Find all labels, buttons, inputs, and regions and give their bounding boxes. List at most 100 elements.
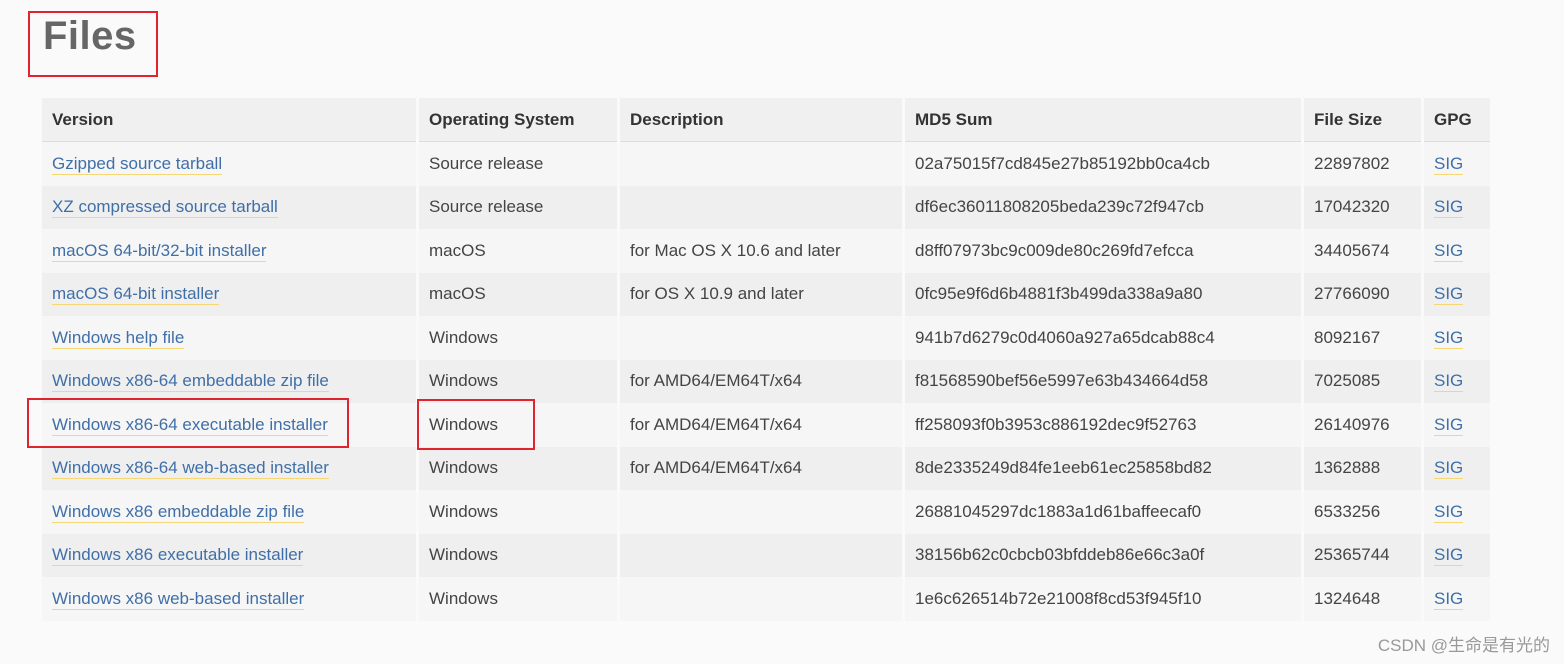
description-cell: for Mac OS X 10.6 and later <box>620 229 902 273</box>
gpg-cell: SIG <box>1424 446 1490 490</box>
gpg-cell: SIG <box>1424 229 1490 273</box>
gpg-cell: SIG <box>1424 359 1490 403</box>
sig-link[interactable]: SIG <box>1434 284 1464 306</box>
sig-link[interactable]: SIG <box>1434 327 1464 349</box>
file-size-cell: 6533256 <box>1304 490 1421 534</box>
sig-link[interactable]: SIG <box>1434 501 1464 523</box>
sig-link[interactable]: SIG <box>1434 371 1464 393</box>
version-link[interactable]: macOS 64-bit installer <box>52 284 220 306</box>
header-os: Operating System <box>419 98 617 142</box>
md5-cell: 0fc95e9f6d6b4881f3b499da338a9a80 <box>905 272 1301 316</box>
gpg-cell: SIG <box>1424 142 1490 186</box>
description-cell <box>620 533 902 577</box>
version-link[interactable]: Windows x86-64 embeddable zip file <box>52 371 329 393</box>
header-md5: MD5 Sum <box>905 98 1301 142</box>
gpg-cell: SIG <box>1424 185 1490 229</box>
table-row: macOS 64-bit/32-bit installer macOS for Ma… <box>42 229 1490 273</box>
md5-cell: d8ff07973bc9c009de80c269fd7efcca <box>905 229 1301 273</box>
watermark: CSDN @生命是有光的 <box>1377 636 1550 655</box>
os-cell: macOS <box>419 229 617 273</box>
description-cell <box>620 577 902 621</box>
version-cell: Windows x86 executable installer <box>42 533 416 577</box>
version-cell: Windows x86-64 embeddable zip file <box>42 359 416 403</box>
file-size-cell: 1324648 <box>1304 577 1421 621</box>
table-row: Windows x86 web-based installer Windows 1e… <box>42 577 1490 621</box>
file-size-cell: 17042320 <box>1304 185 1421 229</box>
os-cell: Windows <box>419 577 617 621</box>
file-size-cell: 8092167 <box>1304 316 1421 360</box>
sig-link[interactable]: SIG <box>1434 545 1464 567</box>
version-cell: Windows x86 embeddable zip file <box>42 490 416 534</box>
md5-cell: 941b7d6279c0d4060a927a65dcab88c4 <box>905 316 1301 360</box>
description-cell: for AMD64/EM64T/x64 <box>620 359 902 403</box>
sig-link[interactable]: SIG <box>1434 414 1464 436</box>
page-title: Files <box>43 14 137 58</box>
md5-cell: df6ec36011808205beda239c72f947cb <box>905 185 1301 229</box>
version-link[interactable]: XZ compressed source tarball <box>52 197 278 219</box>
gpg-cell: SIG <box>1424 403 1490 447</box>
table-row: Windows x86-64 web-based installer Window… <box>42 446 1490 490</box>
version-link[interactable]: Windows help file <box>52 327 185 349</box>
os-cell: Windows <box>419 490 617 534</box>
md5-cell: ff258093f0b3953c886192dec9f52763 <box>905 403 1301 447</box>
version-link[interactable]: Windows x86-64 web-based installer <box>52 458 329 480</box>
gpg-cell: SIG <box>1424 272 1490 316</box>
version-link[interactable]: macOS 64-bit/32-bit installer <box>52 240 267 262</box>
md5-cell: 8de2335249d84fe1eeb61ec25858bd82 <box>905 446 1301 490</box>
version-highlight-box <box>27 398 349 448</box>
version-cell: Windows x86 web-based installer <box>42 577 416 621</box>
sig-link[interactable]: SIG <box>1434 588 1464 610</box>
os-highlight-box <box>417 399 535 450</box>
files-table: Version Operating System Description MD5… <box>39 98 1493 621</box>
sig-link[interactable]: SIG <box>1434 240 1464 262</box>
table-row: Windows x86 embeddable zip file Windows 26… <box>42 490 1490 534</box>
table-row: XZ compressed source tarball Source relea… <box>42 185 1490 229</box>
table-row: Gzipped source tarball Source release 02a7… <box>42 142 1490 186</box>
version-cell: Windows help file <box>42 316 416 360</box>
file-size-cell: 1362888 <box>1304 446 1421 490</box>
os-cell: Windows <box>419 446 617 490</box>
sig-link[interactable]: SIG <box>1434 197 1464 219</box>
table-header-row: Version Operating System Description MD5… <box>42 98 1490 142</box>
table-row: macOS 64-bit installer macOS for OS X 10.9… <box>42 272 1490 316</box>
description-cell <box>620 185 902 229</box>
version-cell: macOS 64-bit installer <box>42 272 416 316</box>
md5-cell: f81568590bef56e5997e63b434664d58 <box>905 359 1301 403</box>
version-cell: macOS 64-bit/32-bit installer <box>42 229 416 273</box>
sig-link[interactable]: SIG <box>1434 153 1464 175</box>
file-size-cell: 34405674 <box>1304 229 1421 273</box>
version-link[interactable]: Gzipped source tarball <box>52 153 223 175</box>
description-cell: for AMD64/EM64T/x64 <box>620 446 902 490</box>
header-description: Description <box>620 98 902 142</box>
md5-cell: 26881045297dc1883a1d61baffeecaf0 <box>905 490 1301 534</box>
file-size-cell: 7025085 <box>1304 359 1421 403</box>
gpg-cell: SIG <box>1424 577 1490 621</box>
file-size-cell: 22897802 <box>1304 142 1421 186</box>
file-size-cell: 27766090 <box>1304 272 1421 316</box>
version-link[interactable]: Windows x86 web-based installer <box>52 588 305 610</box>
md5-cell: 1e6c626514b72e21008f8cd53f945f10 <box>905 577 1301 621</box>
header-version: Version <box>42 98 416 142</box>
table-row: Windows x86 executable installer Windows 3… <box>42 533 1490 577</box>
version-cell: Gzipped source tarball <box>42 142 416 186</box>
table-row: Windows help file Windows 941b7d6279c0d406… <box>42 316 1490 360</box>
description-cell <box>620 142 902 186</box>
os-cell: Windows <box>419 533 617 577</box>
sig-link[interactable]: SIG <box>1434 458 1464 480</box>
version-link[interactable]: Windows x86 embeddable zip file <box>52 501 305 523</box>
version-link[interactable]: Windows x86 executable installer <box>52 545 304 567</box>
description-cell: for AMD64/EM64T/x64 <box>620 403 902 447</box>
file-size-cell: 25365744 <box>1304 533 1421 577</box>
file-size-cell: 26140976 <box>1304 403 1421 447</box>
md5-cell: 02a75015f7cd845e27b85192bb0ca4cb <box>905 142 1301 186</box>
description-cell <box>620 490 902 534</box>
gpg-cell: SIG <box>1424 490 1490 534</box>
header-gpg: GPG <box>1424 98 1490 142</box>
version-cell: Windows x86-64 web-based installer <box>42 446 416 490</box>
os-cell: Windows <box>419 359 617 403</box>
header-file-size: File Size <box>1304 98 1421 142</box>
os-cell: Source release <box>419 185 617 229</box>
description-cell: for OS X 10.9 and later <box>620 272 902 316</box>
md5-cell: 38156b62c0cbcb03bfddeb86e66c3a0f <box>905 533 1301 577</box>
table-row: Windows x86-64 embeddable zip file Window… <box>42 359 1490 403</box>
